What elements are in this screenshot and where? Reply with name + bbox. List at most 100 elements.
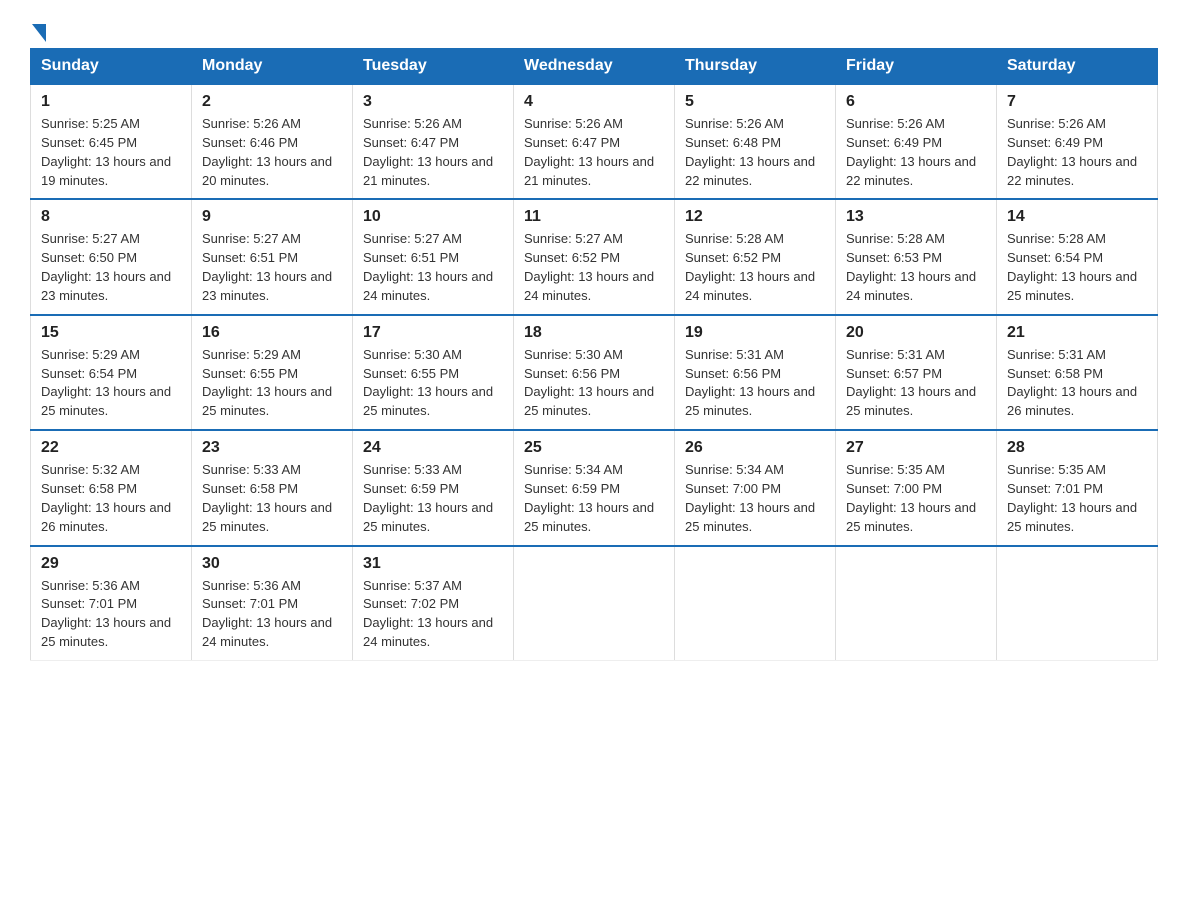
- day-number: 21: [1007, 324, 1147, 342]
- day-info: Sunrise: 5:27 AMSunset: 6:50 PMDaylight:…: [41, 231, 171, 303]
- calendar-day-cell: 18 Sunrise: 5:30 AMSunset: 6:56 PMDaylig…: [514, 315, 675, 430]
- calendar-day-cell: 3 Sunrise: 5:26 AMSunset: 6:47 PMDayligh…: [353, 84, 514, 199]
- day-info: Sunrise: 5:30 AMSunset: 6:55 PMDaylight:…: [363, 347, 493, 419]
- day-info: Sunrise: 5:26 AMSunset: 6:49 PMDaylight:…: [846, 116, 976, 188]
- day-number: 23: [202, 439, 342, 457]
- day-info: Sunrise: 5:27 AMSunset: 6:51 PMDaylight:…: [363, 231, 493, 303]
- day-info: Sunrise: 5:29 AMSunset: 6:55 PMDaylight:…: [202, 347, 332, 419]
- day-info: Sunrise: 5:33 AMSunset: 6:59 PMDaylight:…: [363, 462, 493, 534]
- day-info: Sunrise: 5:26 AMSunset: 6:48 PMDaylight:…: [685, 116, 815, 188]
- day-number: 28: [1007, 439, 1147, 457]
- day-number: 10: [363, 208, 503, 226]
- calendar-day-cell: 2 Sunrise: 5:26 AMSunset: 6:46 PMDayligh…: [192, 84, 353, 199]
- empty-cell: [997, 546, 1158, 661]
- day-info: Sunrise: 5:28 AMSunset: 6:52 PMDaylight:…: [685, 231, 815, 303]
- day-number: 8: [41, 208, 181, 226]
- day-number: 15: [41, 324, 181, 342]
- calendar-day-cell: 27 Sunrise: 5:35 AMSunset: 7:00 PMDaylig…: [836, 430, 997, 545]
- calendar-day-cell: 8 Sunrise: 5:27 AMSunset: 6:50 PMDayligh…: [31, 199, 192, 314]
- header-thursday: Thursday: [675, 49, 836, 85]
- day-number: 1: [41, 93, 181, 111]
- day-number: 12: [685, 208, 825, 226]
- calendar-day-cell: 31 Sunrise: 5:37 AMSunset: 7:02 PMDaylig…: [353, 546, 514, 661]
- day-info: Sunrise: 5:26 AMSunset: 6:47 PMDaylight:…: [363, 116, 493, 188]
- empty-cell: [514, 546, 675, 661]
- calendar-day-cell: 5 Sunrise: 5:26 AMSunset: 6:48 PMDayligh…: [675, 84, 836, 199]
- day-info: Sunrise: 5:31 AMSunset: 6:58 PMDaylight:…: [1007, 347, 1137, 419]
- day-number: 9: [202, 208, 342, 226]
- logo: [30, 20, 46, 38]
- page-header: [30, 20, 1158, 38]
- calendar-day-cell: 6 Sunrise: 5:26 AMSunset: 6:49 PMDayligh…: [836, 84, 997, 199]
- day-info: Sunrise: 5:31 AMSunset: 6:56 PMDaylight:…: [685, 347, 815, 419]
- day-number: 26: [685, 439, 825, 457]
- day-info: Sunrise: 5:30 AMSunset: 6:56 PMDaylight:…: [524, 347, 654, 419]
- calendar-table: SundayMondayTuesdayWednesdayThursdayFrid…: [30, 48, 1158, 661]
- day-info: Sunrise: 5:34 AMSunset: 7:00 PMDaylight:…: [685, 462, 815, 534]
- day-number: 17: [363, 324, 503, 342]
- day-number: 7: [1007, 93, 1147, 111]
- day-number: 5: [685, 93, 825, 111]
- day-info: Sunrise: 5:27 AMSunset: 6:52 PMDaylight:…: [524, 231, 654, 303]
- header-tuesday: Tuesday: [353, 49, 514, 85]
- calendar-week-row: 29 Sunrise: 5:36 AMSunset: 7:01 PMDaylig…: [31, 546, 1158, 661]
- day-info: Sunrise: 5:27 AMSunset: 6:51 PMDaylight:…: [202, 231, 332, 303]
- calendar-day-cell: 21 Sunrise: 5:31 AMSunset: 6:58 PMDaylig…: [997, 315, 1158, 430]
- day-number: 20: [846, 324, 986, 342]
- day-number: 25: [524, 439, 664, 457]
- calendar-day-cell: 10 Sunrise: 5:27 AMSunset: 6:51 PMDaylig…: [353, 199, 514, 314]
- day-info: Sunrise: 5:26 AMSunset: 6:47 PMDaylight:…: [524, 116, 654, 188]
- day-info: Sunrise: 5:37 AMSunset: 7:02 PMDaylight:…: [363, 578, 493, 650]
- day-info: Sunrise: 5:31 AMSunset: 6:57 PMDaylight:…: [846, 347, 976, 419]
- day-number: 18: [524, 324, 664, 342]
- header-saturday: Saturday: [997, 49, 1158, 85]
- day-info: Sunrise: 5:26 AMSunset: 6:49 PMDaylight:…: [1007, 116, 1137, 188]
- header-sunday: Sunday: [31, 49, 192, 85]
- day-info: Sunrise: 5:29 AMSunset: 6:54 PMDaylight:…: [41, 347, 171, 419]
- calendar-day-cell: 9 Sunrise: 5:27 AMSunset: 6:51 PMDayligh…: [192, 199, 353, 314]
- logo-arrow-icon: [32, 24, 46, 42]
- calendar-day-cell: 25 Sunrise: 5:34 AMSunset: 6:59 PMDaylig…: [514, 430, 675, 545]
- header-friday: Friday: [836, 49, 997, 85]
- day-number: 4: [524, 93, 664, 111]
- calendar-day-cell: 13 Sunrise: 5:28 AMSunset: 6:53 PMDaylig…: [836, 199, 997, 314]
- day-number: 31: [363, 555, 503, 573]
- day-number: 27: [846, 439, 986, 457]
- calendar-day-cell: 16 Sunrise: 5:29 AMSunset: 6:55 PMDaylig…: [192, 315, 353, 430]
- day-info: Sunrise: 5:34 AMSunset: 6:59 PMDaylight:…: [524, 462, 654, 534]
- day-number: 3: [363, 93, 503, 111]
- day-number: 30: [202, 555, 342, 573]
- calendar-day-cell: 11 Sunrise: 5:27 AMSunset: 6:52 PMDaylig…: [514, 199, 675, 314]
- calendar-day-cell: 17 Sunrise: 5:30 AMSunset: 6:55 PMDaylig…: [353, 315, 514, 430]
- day-info: Sunrise: 5:35 AMSunset: 7:00 PMDaylight:…: [846, 462, 976, 534]
- day-number: 22: [41, 439, 181, 457]
- calendar-day-cell: 7 Sunrise: 5:26 AMSunset: 6:49 PMDayligh…: [997, 84, 1158, 199]
- day-info: Sunrise: 5:35 AMSunset: 7:01 PMDaylight:…: [1007, 462, 1137, 534]
- day-info: Sunrise: 5:36 AMSunset: 7:01 PMDaylight:…: [41, 578, 171, 650]
- day-number: 24: [363, 439, 503, 457]
- day-number: 11: [524, 208, 664, 226]
- calendar-day-cell: 14 Sunrise: 5:28 AMSunset: 6:54 PMDaylig…: [997, 199, 1158, 314]
- day-number: 2: [202, 93, 342, 111]
- calendar-header-row: SundayMondayTuesdayWednesdayThursdayFrid…: [31, 49, 1158, 85]
- calendar-day-cell: 24 Sunrise: 5:33 AMSunset: 6:59 PMDaylig…: [353, 430, 514, 545]
- calendar-day-cell: 26 Sunrise: 5:34 AMSunset: 7:00 PMDaylig…: [675, 430, 836, 545]
- day-info: Sunrise: 5:26 AMSunset: 6:46 PMDaylight:…: [202, 116, 332, 188]
- day-info: Sunrise: 5:25 AMSunset: 6:45 PMDaylight:…: [41, 116, 171, 188]
- header-wednesday: Wednesday: [514, 49, 675, 85]
- day-info: Sunrise: 5:33 AMSunset: 6:58 PMDaylight:…: [202, 462, 332, 534]
- day-number: 6: [846, 93, 986, 111]
- day-number: 16: [202, 324, 342, 342]
- calendar-day-cell: 19 Sunrise: 5:31 AMSunset: 6:56 PMDaylig…: [675, 315, 836, 430]
- day-number: 29: [41, 555, 181, 573]
- calendar-week-row: 8 Sunrise: 5:27 AMSunset: 6:50 PMDayligh…: [31, 199, 1158, 314]
- header-monday: Monday: [192, 49, 353, 85]
- calendar-day-cell: 1 Sunrise: 5:25 AMSunset: 6:45 PMDayligh…: [31, 84, 192, 199]
- day-info: Sunrise: 5:32 AMSunset: 6:58 PMDaylight:…: [41, 462, 171, 534]
- calendar-week-row: 15 Sunrise: 5:29 AMSunset: 6:54 PMDaylig…: [31, 315, 1158, 430]
- calendar-week-row: 1 Sunrise: 5:25 AMSunset: 6:45 PMDayligh…: [31, 84, 1158, 199]
- day-info: Sunrise: 5:28 AMSunset: 6:54 PMDaylight:…: [1007, 231, 1137, 303]
- day-number: 19: [685, 324, 825, 342]
- calendar-day-cell: 23 Sunrise: 5:33 AMSunset: 6:58 PMDaylig…: [192, 430, 353, 545]
- day-number: 14: [1007, 208, 1147, 226]
